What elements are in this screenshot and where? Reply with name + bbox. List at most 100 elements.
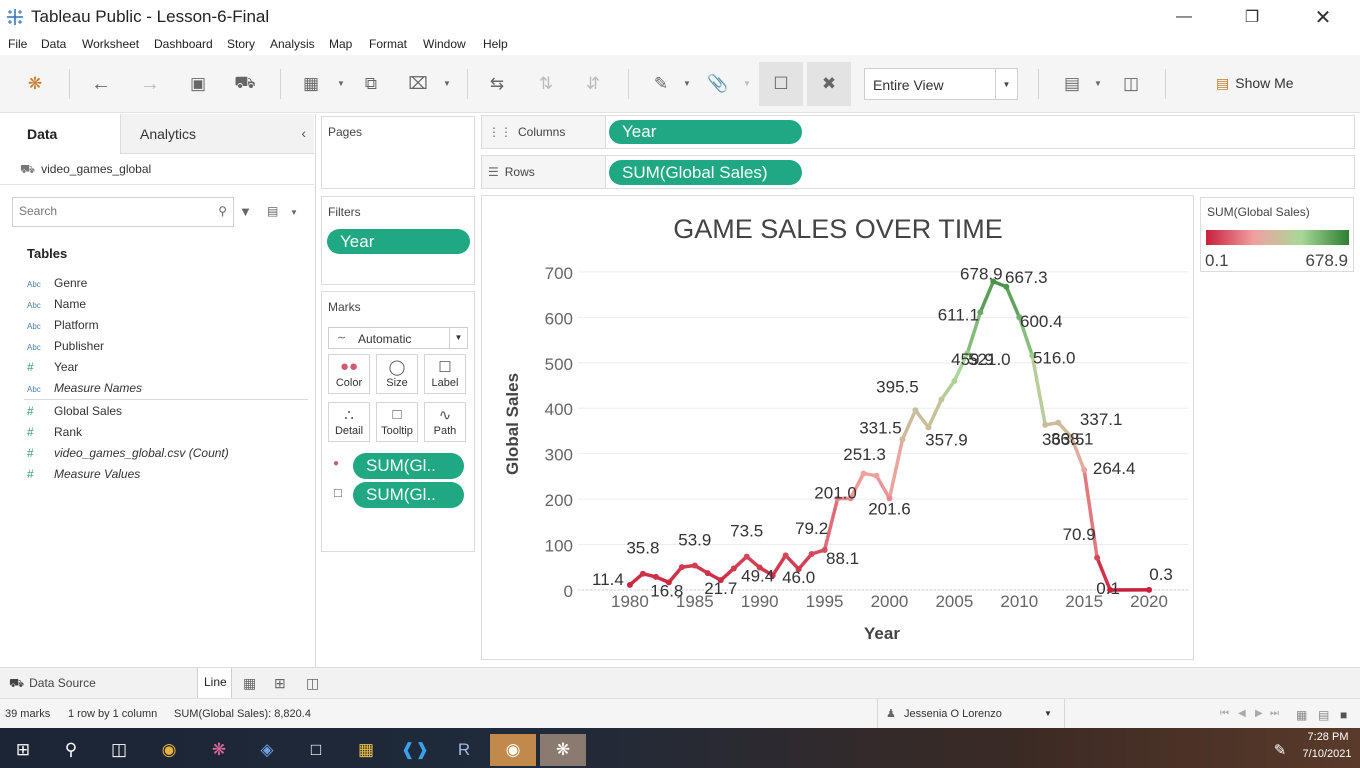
- fit-dropdown[interactable]: Entire View ▼: [864, 68, 1018, 100]
- field-measure-values[interactable]: # Measure Values: [27, 467, 140, 485]
- marks-path-button[interactable]: ∿ Path: [424, 402, 466, 442]
- show-cards-icon[interactable]: ▤: [1059, 71, 1085, 97]
- duplicate-sheet-icon[interactable]: ⧉: [358, 71, 384, 97]
- close-icon[interactable]: ✕: [1300, 0, 1346, 34]
- marks-size-button[interactable]: ◯ Size: [376, 354, 418, 394]
- sheet-tab-line[interactable]: Line: [197, 668, 232, 698]
- sort-ascending-icon[interactable]: ⇅: [533, 71, 559, 97]
- filmstrip-view-icon[interactable]: ▤: [1318, 708, 1329, 722]
- menu-story[interactable]: Story: [227, 37, 255, 51]
- menu-window[interactable]: Window: [423, 37, 466, 51]
- new-dashboard-tab-icon[interactable]: ⊞: [274, 675, 286, 692]
- menu-dashboard[interactable]: Dashboard: [154, 37, 213, 51]
- menu-help[interactable]: Help: [483, 37, 508, 51]
- field-publisher[interactable]: Abc Publisher: [27, 339, 104, 357]
- tab-data[interactable]: Data: [0, 114, 120, 154]
- group-members-icon[interactable]: 📎: [705, 71, 731, 97]
- mark-type-dropdown[interactable]: ∼ Automatic ▼: [328, 327, 468, 349]
- presentation-mode-icon[interactable]: ◫: [1118, 71, 1144, 97]
- marks-pill-label[interactable]: SUM(Gl..: [353, 482, 464, 508]
- filter-pill-year[interactable]: Year: [327, 229, 470, 254]
- marks-color-button[interactable]: ●● Color: [328, 354, 370, 394]
- columns-pill-year[interactable]: Year: [609, 120, 802, 144]
- marks-label-button[interactable]: ☐ Label: [424, 354, 466, 394]
- columns-shelf[interactable]: ⋮⋮ Columns Year: [481, 115, 1355, 149]
- marks-pill-color[interactable]: SUM(Gl..: [353, 453, 464, 479]
- windows-start-icon[interactable]: ⊞: [0, 734, 46, 766]
- tableau-logo-icon[interactable]: ❋: [22, 71, 48, 97]
- field-global-sales[interactable]: # Global Sales: [27, 404, 122, 422]
- new-story-tab-icon[interactable]: ◫: [306, 675, 319, 692]
- pages-card[interactable]: Pages: [321, 116, 475, 189]
- grid-view-icon[interactable]: ▦: [1296, 708, 1307, 722]
- field-count[interactable]: # video_games_global.csv (Count): [27, 446, 229, 464]
- mysql-workbench-icon[interactable]: ◈: [244, 734, 290, 766]
- view-options-dropdown-icon[interactable]: ▼: [290, 208, 298, 217]
- menu-data[interactable]: Data: [41, 37, 66, 51]
- tabs-view-icon[interactable]: ■: [1340, 708, 1347, 722]
- swap-rows-columns-icon[interactable]: ⇆: [484, 71, 510, 97]
- show-mark-labels-icon[interactable]: ☐: [759, 62, 803, 106]
- marks-detail-button[interactable]: ∴ Detail: [328, 402, 370, 442]
- pen-icon[interactable]: ✎: [1266, 734, 1294, 766]
- filter-icon[interactable]: ▼: [239, 204, 252, 219]
- highlight-dropdown-icon[interactable]: ▼: [683, 79, 691, 88]
- field-platform[interactable]: Abc Platform: [27, 318, 99, 336]
- vscode-icon[interactable]: ❰❱: [392, 734, 438, 766]
- taskbar-time[interactable]: 7:28 PM: [1302, 731, 1354, 743]
- clear-sheet-dropdown-icon[interactable]: ▼: [443, 79, 451, 88]
- field-genre[interactable]: Abc Genre: [27, 276, 87, 294]
- new-worksheet-dropdown-icon[interactable]: ▼: [337, 79, 345, 88]
- taskbar-date[interactable]: 7/10/2021: [1298, 748, 1356, 760]
- first-sheet-icon[interactable]: ⏮: [1220, 708, 1229, 719]
- new-worksheet-icon[interactable]: ▦: [298, 71, 324, 97]
- chrome-icon[interactable]: ◉: [146, 734, 192, 766]
- show-me-button[interactable]: ▤ Show Me: [1216, 75, 1294, 92]
- minimize-icon[interactable]: —: [1161, 0, 1207, 34]
- user-menu[interactable]: ♟ Jessenia O Lorenzo ▼: [877, 699, 1065, 728]
- marks-tooltip-button[interactable]: □ Tooltip: [376, 402, 418, 442]
- redo-icon[interactable]: →: [137, 71, 163, 97]
- field-name[interactable]: Abc Name: [27, 297, 86, 315]
- menu-format[interactable]: Format: [369, 37, 407, 51]
- tab-analytics[interactable]: Analytics ‹: [120, 114, 314, 154]
- field-measure-names[interactable]: Abc Measure Names: [27, 381, 142, 399]
- new-worksheet-tab-icon[interactable]: ▦: [243, 675, 256, 692]
- color-legend[interactable]: SUM(Global Sales) 0.1 678.9: [1200, 197, 1354, 272]
- field-rank[interactable]: # Rank: [27, 425, 82, 443]
- last-sheet-icon[interactable]: ⏭: [1270, 708, 1279, 719]
- fix-axes-icon[interactable]: ✖: [807, 62, 851, 106]
- field-year[interactable]: # Year: [27, 360, 78, 378]
- file-explorer-icon[interactable]: ▦: [343, 734, 389, 766]
- show-cards-dropdown-icon[interactable]: ▼: [1094, 79, 1102, 88]
- rows-pill-global-sales[interactable]: SUM(Global Sales): [609, 160, 802, 185]
- notepad-icon[interactable]: □: [293, 734, 339, 766]
- r-icon[interactable]: R: [441, 734, 487, 766]
- next-sheet-icon[interactable]: ▶: [1255, 708, 1263, 719]
- sort-descending-icon[interactable]: ⇵: [580, 71, 606, 97]
- menu-worksheet[interactable]: Worksheet: [82, 37, 139, 51]
- undo-icon[interactable]: ←: [88, 71, 114, 97]
- restore-icon[interactable]: ❐: [1229, 0, 1275, 34]
- datasource-item[interactable]: ⛟ video_games_global: [20, 162, 151, 178]
- collapse-pane-icon[interactable]: ‹: [301, 125, 306, 141]
- new-datasource-icon[interactable]: ⛟: [232, 71, 258, 97]
- menu-file[interactable]: File: [8, 37, 27, 51]
- viz-area[interactable]: GAME SALES OVER TIME 0 100 200 300 400 500 600 7…: [481, 195, 1194, 660]
- group-dropdown-icon[interactable]: ▼: [743, 79, 751, 88]
- search-input[interactable]: [19, 204, 209, 218]
- view-options-icon[interactable]: ▤: [267, 204, 278, 218]
- data-source-tab[interactable]: ⛟ Data Source: [9, 676, 96, 692]
- save-icon[interactable]: ▣: [185, 71, 211, 97]
- highlight-icon[interactable]: ✎: [648, 71, 674, 97]
- filters-card[interactable]: Filters Year: [321, 196, 475, 285]
- tableau-taskbar-icon[interactable]: ❋: [540, 734, 586, 766]
- prev-sheet-icon[interactable]: ◀: [1238, 708, 1246, 719]
- line-chart[interactable]: GAME SALES OVER TIME 0 100 200 300 400 500 600 7…: [482, 196, 1194, 660]
- search-field[interactable]: ⚲: [12, 197, 234, 227]
- clear-sheet-icon[interactable]: ⌧: [405, 71, 431, 97]
- task-view-icon[interactable]: ◫: [96, 734, 142, 766]
- menu-analysis[interactable]: Analysis: [270, 37, 315, 51]
- menu-map[interactable]: Map: [329, 37, 352, 51]
- taskbar-search-icon[interactable]: ⚲: [48, 734, 94, 766]
